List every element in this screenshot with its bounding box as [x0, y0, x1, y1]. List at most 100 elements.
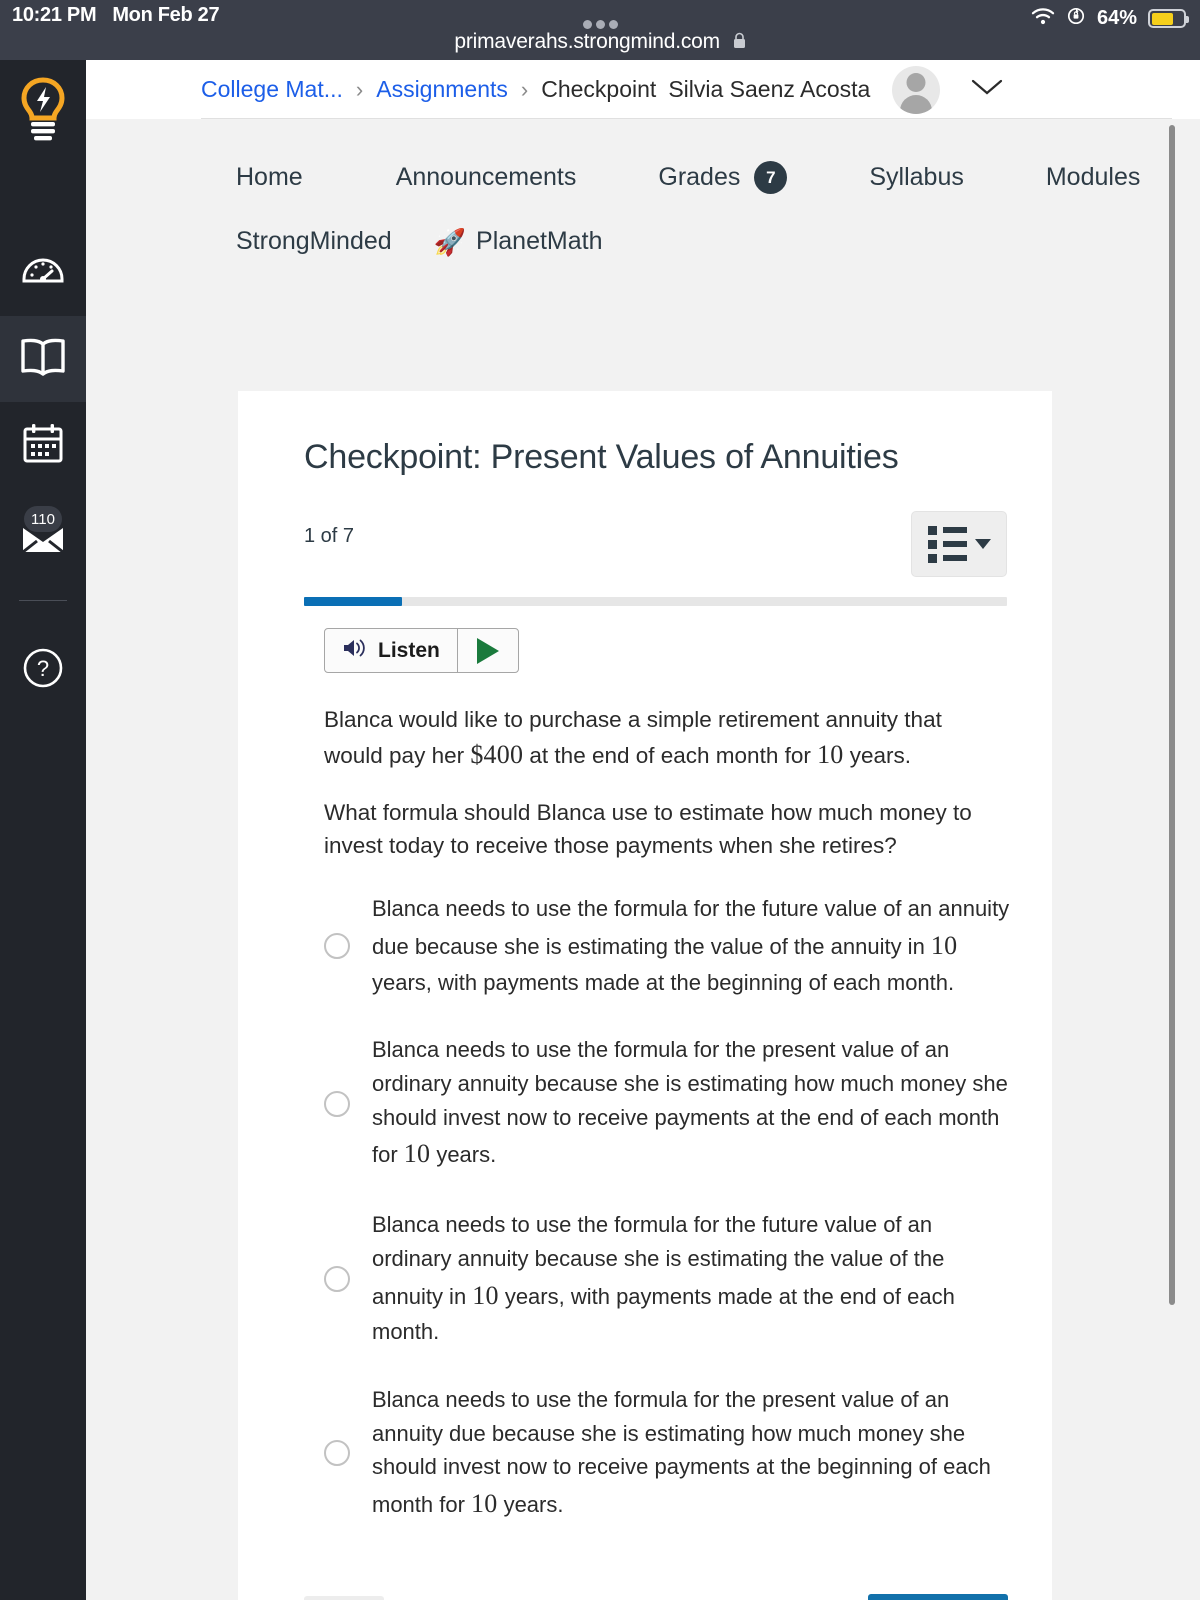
answer-option-d[interactable]: Blanca needs to use the formula for the … — [324, 1383, 1016, 1524]
battery-percent: 64% — [1096, 7, 1137, 29]
opt-a-text-1: Blanca needs to use the formula for the … — [372, 896, 1010, 960]
ios-status-bar: 10:21 PM Mon Feb 27 primaverahs.strongmi… — [0, 0, 1200, 68]
address-bar-url: primaverahs.strongmind.com — [454, 30, 720, 53]
address-bar[interactable]: primaverahs.strongmind.com — [0, 30, 1200, 55]
play-icon — [476, 637, 499, 664]
answer-options: Blanca needs to use the formula for the … — [238, 862, 1052, 1523]
opt-b-math: 10 — [403, 1139, 431, 1169]
wifi-icon — [1031, 7, 1055, 30]
opt-a-math: 10 — [930, 931, 958, 961]
breadcrumb-separator: › — [520, 76, 529, 102]
radio-button[interactable] — [324, 1090, 350, 1117]
quiz-header-row: 1 of 7 — [238, 477, 1052, 577]
sidebar-item-courses[interactable] — [0, 316, 86, 402]
courses-book-icon — [19, 336, 67, 383]
lock-icon — [733, 31, 746, 55]
tab-announcements-label: Announcements — [395, 163, 577, 191]
question-paragraph-1: Blanca would like to purchase a simple r… — [324, 703, 1002, 774]
breadcrumb-course[interactable]: College Mat... — [201, 76, 343, 103]
opt-a-text-2: years, with payments made at the beginni… — [372, 969, 955, 995]
tab-modules-label: Modules — [1045, 163, 1141, 191]
inbox-unread-badge: 110 — [24, 506, 62, 532]
ipad-browser-screen: 10:21 PM Mon Feb 27 primaverahs.strongmi… — [0, 0, 1200, 1600]
rocket-icon: 🚀 — [433, 226, 467, 257]
tab-strongminded[interactable]: StrongMinded — [236, 227, 392, 256]
sidebar-item-help[interactable]: ? — [0, 627, 86, 713]
chevron-down-icon — [974, 539, 991, 549]
answer-option-b[interactable]: Blanca needs to use the formula for the … — [324, 1033, 1016, 1174]
sidebar-item-dashboard[interactable] — [0, 230, 86, 316]
quiz-progress-fill — [304, 597, 403, 606]
radio-button[interactable] — [324, 1440, 350, 1467]
q1-text-c: years. — [843, 743, 912, 769]
question-body: Blanca would like to purchase a simple r… — [238, 673, 1052, 862]
opt-b-text-2: years. — [430, 1142, 497, 1168]
answer-option-b-text: Blanca needs to use the formula for the … — [372, 1033, 1016, 1174]
tab-announcements[interactable]: Announcements — [396, 163, 577, 192]
next-question-button[interactable]: Next — [868, 1593, 1008, 1600]
sidebar-logo[interactable] — [0, 60, 86, 170]
previous-question-button[interactable] — [304, 1595, 384, 1600]
tab-grades[interactable]: Grades 7 — [658, 161, 788, 194]
radio-button[interactable] — [324, 932, 350, 959]
listen-play-button[interactable] — [458, 629, 518, 672]
course-nav-row-1: Home Announcements Grades 7 Syllabus Mod… — [236, 161, 1200, 194]
answer-option-a-text: Blanca needs to use the formula for the … — [372, 892, 1016, 999]
answer-option-a[interactable]: Blanca needs to use the formula for the … — [324, 892, 1016, 999]
tab-home-label: Home — [236, 163, 303, 191]
rotation-lock-icon — [1066, 6, 1086, 31]
answer-option-d-text: Blanca needs to use the formula for the … — [372, 1383, 1016, 1524]
sidebar-divider — [19, 600, 67, 601]
breadcrumb-assignments[interactable]: Assignments — [376, 76, 508, 103]
tab-home[interactable]: Home — [236, 163, 303, 192]
course-nav-row-2: StrongMinded 🚀 PlanetMath — [236, 227, 1200, 256]
opt-c-math: 10 — [472, 1280, 499, 1310]
breadcrumb-divider — [201, 118, 1172, 119]
breadcrumb-separator: › — [355, 76, 364, 102]
question-list-dropdown-button[interactable] — [911, 511, 1007, 577]
quiz-progress-bar — [304, 597, 1007, 606]
listen-button-group[interactable]: Listen — [324, 628, 519, 673]
battery-icon — [1148, 9, 1189, 28]
status-right: 64% — [1031, 6, 1189, 31]
avatar[interactable] — [892, 65, 941, 114]
tab-planetmath[interactable]: 🚀 PlanetMath — [434, 227, 603, 256]
speaker-icon — [342, 637, 368, 665]
radio-button[interactable] — [324, 1265, 350, 1292]
quiz-card: Checkpoint: Present Values of Annuities … — [238, 391, 1052, 1600]
global-navigation-sidebar: 110 ? — [0, 60, 126, 1600]
question-paragraph-2: What formula should Blanca use to estima… — [324, 800, 972, 859]
tab-grades-label: Grades — [658, 163, 741, 191]
q1-math-amount: $400 — [470, 740, 524, 770]
sidebar-item-inbox[interactable]: 110 — [0, 488, 86, 574]
tab-syllabus[interactable]: Syllabus — [869, 163, 964, 192]
listen-button[interactable]: Listen — [325, 629, 458, 672]
breadcrumb-user-name: Silvia Saenz Acosta — [668, 76, 871, 102]
sidebar-item-calendar[interactable] — [0, 402, 86, 488]
q1-math-years: 10 — [817, 740, 844, 770]
chevron-down-icon[interactable] — [970, 77, 1004, 102]
q1-text-b: at the end of each month for — [523, 743, 818, 769]
tab-modules[interactable]: Modules — [1046, 163, 1141, 192]
tab-syllabus-label: Syllabus — [869, 163, 964, 191]
opt-d-text-2: years. — [497, 1491, 564, 1517]
main-content-area: College Mat... › Assignments › Checkpoin… — [86, 60, 1200, 1600]
answer-option-c-text: Blanca needs to use the formula for the … — [372, 1208, 1016, 1349]
question-counter: 1 of 7 — [304, 525, 355, 547]
opt-d-text-1: Blanca needs to use the formula for the … — [372, 1386, 991, 1517]
opt-d-math: 10 — [471, 1488, 498, 1518]
listen-toolbar: Listen — [238, 606, 1052, 673]
dot — [595, 20, 605, 29]
help-question-icon: ? — [22, 647, 64, 694]
dot — [608, 20, 618, 29]
page-scrollbar[interactable] — [1169, 125, 1175, 1305]
calendar-icon — [21, 421, 65, 470]
answer-option-c[interactable]: Blanca needs to use the formula for the … — [324, 1208, 1016, 1349]
breadcrumb-current: Checkpoint — [541, 76, 657, 102]
listen-label: Listen — [378, 638, 440, 662]
dot — [582, 20, 592, 29]
course-nav-tabs: Home Announcements Grades 7 Syllabus Mod… — [86, 119, 1200, 256]
breadcrumb-bar: College Mat... › Assignments › Checkpoin… — [86, 60, 1200, 119]
question-list-dropdown-icon — [927, 525, 967, 563]
dashboard-speedometer-icon — [20, 248, 66, 299]
